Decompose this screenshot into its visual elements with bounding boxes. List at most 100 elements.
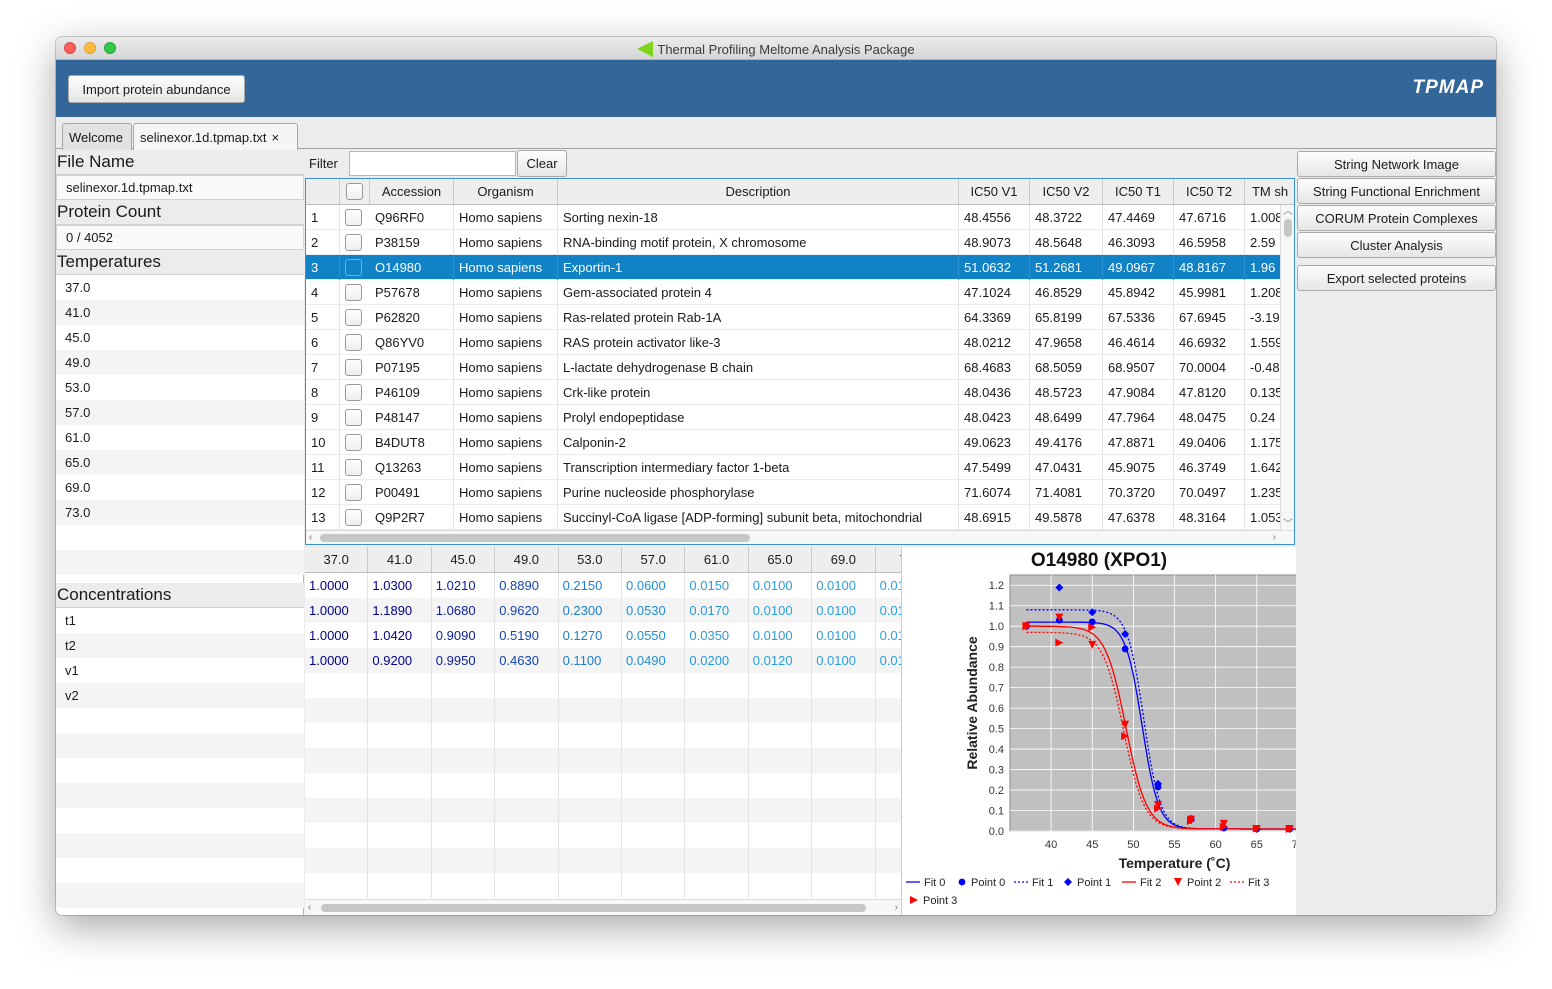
window-title-area: Thermal Profiling Meltome Analysis Packa… (56, 41, 1496, 57)
horizontal-scroll-thumb[interactable] (321, 904, 866, 912)
file-name-heading: File Name (56, 150, 304, 175)
legend-label: Fit 0 (924, 877, 945, 889)
table-row[interactable]: 8 P46109 Homo sapiens Crk-like protein 48.04… (306, 380, 1283, 405)
ic50-t1-header[interactable]: IC50 T1 (1103, 179, 1174, 205)
protein-table-horizontal-scrollbar[interactable]: ‹ › (306, 530, 1294, 544)
scroll-left-icon[interactable]: ‹ (309, 532, 312, 544)
select-all-header[interactable] (340, 179, 370, 205)
concentration-item[interactable]: v2 (56, 683, 304, 708)
y-tick-label: 0.0 (989, 826, 1004, 838)
cluster-analysis-button[interactable]: Cluster Analysis (1297, 232, 1496, 258)
string-functional-enrichment-button[interactable]: String Functional Enrichment (1297, 178, 1496, 204)
abundance-cell (305, 798, 369, 823)
tab-file[interactable]: selinexor.1d.tpmap.txt × (133, 123, 298, 150)
row-select-checkbox[interactable] (345, 509, 362, 526)
abundance-cell: 0.01 (876, 573, 901, 598)
vertical-scroll-thumb[interactable] (1284, 219, 1292, 237)
row-select-checkbox[interactable] (345, 484, 362, 501)
table-row[interactable]: 11 Q13263 Homo sapiens Transcription interm… (306, 455, 1283, 480)
table-row[interactable]: 10 B4DUT8 Homo sapiens Calponin-2 49.0623 49.… (306, 430, 1283, 455)
table-row[interactable]: 13 Q9P2R7 Homo sapiens Succinyl-CoA ligase … (306, 505, 1283, 530)
table-row[interactable]: 7 P07195 Homo sapiens L-lactate dehydrogena… (306, 355, 1281, 380)
temperature-column-header[interactable]: 69.0 (812, 547, 876, 573)
row-select-checkbox[interactable] (345, 259, 362, 276)
row-select-checkbox[interactable] (345, 384, 362, 401)
temperature-item[interactable]: 61.0 (56, 425, 304, 450)
temperature-column-header[interactable]: 53.0 (558, 547, 622, 573)
ic50-t2-header[interactable]: IC50 T2 (1174, 179, 1245, 205)
scroll-right-icon[interactable]: › (895, 902, 898, 914)
table-row[interactable]: 4 P57678 Homo sapiens Gem-associated protei… (306, 280, 1283, 305)
table-row[interactable]: 5 P62820 Homo sapiens Ras-related protein R… (306, 305, 1281, 330)
temperature-column-header[interactable]: 61.0 (685, 547, 749, 573)
temperature-item[interactable]: 73.0 (56, 500, 304, 525)
temperature-item[interactable]: 57.0 (56, 400, 304, 425)
abundance-cell (559, 698, 622, 723)
row-select-checkbox[interactable] (345, 459, 362, 476)
temperature-item[interactable]: 37.0 (56, 275, 304, 300)
protein-count-field[interactable]: 0 / 4052 (56, 225, 304, 250)
tm-shift-header[interactable]: TM sh (1245, 179, 1294, 205)
temperature-column-header[interactable]: 41.0 (368, 547, 432, 573)
x-tick-label: 50 (1127, 839, 1139, 851)
abundance-cell (368, 823, 432, 848)
concentration-item[interactable]: t1 (56, 608, 304, 633)
temperature-column-header[interactable]: 45.0 (431, 547, 496, 573)
row-select-checkbox[interactable] (345, 434, 362, 451)
accession-header[interactable]: Accession (370, 179, 454, 205)
temperature-item[interactable]: 65.0 (56, 450, 304, 475)
tab-welcome[interactable]: Welcome (62, 123, 132, 150)
temperature-item[interactable]: 41.0 (56, 300, 304, 325)
file-name-field[interactable]: selinexor.1d.tpmap.txt (56, 175, 304, 200)
temperature-column-header[interactable]: 65.0 (748, 547, 813, 573)
ic50-v1-header[interactable]: IC50 V1 (959, 179, 1030, 205)
temperature-column-header[interactable]: 57.0 (622, 547, 686, 573)
table-row[interactable]: 2 P38159 Homo sapiens RNA-binding motif pro… (306, 230, 1281, 255)
corum-protein-complexes-button[interactable]: CORUM Protein Complexes (1297, 205, 1496, 231)
row-select-checkbox[interactable] (345, 409, 362, 426)
temperature-item[interactable]: 53.0 (56, 375, 304, 400)
row-select-checkbox[interactable] (345, 309, 362, 326)
row-select-checkbox[interactable] (345, 234, 362, 251)
row-select-checkbox[interactable] (345, 334, 362, 351)
ic50-v2-header[interactable]: IC50 V2 (1030, 179, 1103, 205)
horizontal-scroll-thumb[interactable] (320, 534, 750, 542)
row-select-checkbox[interactable] (345, 284, 362, 301)
import-protein-abundance-button[interactable]: Import protein abundance (68, 75, 245, 103)
scroll-left-icon[interactable]: ‹ (308, 902, 311, 914)
organism-header[interactable]: Organism (454, 179, 558, 205)
string-network-image-button[interactable]: String Network Image (1297, 151, 1496, 177)
temperature-item[interactable]: 69.0 (56, 475, 304, 500)
accession-cell: Q86YV0 (370, 330, 454, 355)
table-row[interactable]: 12 P00491 Homo sapiens Purine nucleoside ph… (306, 480, 1283, 505)
temperature-item[interactable]: 49.0 (56, 350, 304, 375)
filter-input[interactable] (349, 151, 516, 176)
table-row[interactable]: 3 O14980 Homo sapiens Exportin-1 51.0632 51.2… (306, 255, 1281, 280)
temperature-column-header[interactable]: 73 (875, 547, 901, 573)
abundance-table-horizontal-scrollbar[interactable]: ‹ › (305, 899, 901, 915)
concentration-item[interactable]: t2 (56, 633, 304, 658)
close-tab-icon[interactable]: × (271, 130, 279, 145)
concentration-item[interactable]: v1 (56, 658, 304, 683)
clear-filter-button[interactable]: Clear (517, 150, 567, 177)
temperature-item[interactable]: 45.0 (56, 325, 304, 350)
plot-area (1009, 574, 1340, 832)
export-selected-proteins-button[interactable]: Export selected proteins (1297, 265, 1496, 291)
scroll-up-icon[interactable]: ︿ (1283, 206, 1293, 218)
row-select-checkbox[interactable] (345, 209, 362, 226)
row-number-header[interactable] (306, 179, 340, 205)
protein-table-vertical-scrollbar[interactable]: ︿ ﹀ (1280, 205, 1294, 532)
table-row[interactable]: 1 Q96RF0 Homo sapiens Sorting nexin-18 48.45… (306, 205, 1283, 230)
row-select-checkbox[interactable] (345, 359, 362, 376)
temperature-column-header[interactable]: 37.0 (305, 547, 369, 573)
table-row[interactable]: 9 P48147 Homo sapiens Prolyl endopeptidase 4… (306, 405, 1281, 430)
table-row[interactable]: 6 Q86YV0 Homo sapiens RAS protein activator… (306, 330, 1283, 355)
accession-cell: P57678 (370, 280, 454, 305)
scroll-right-icon[interactable]: › (1273, 532, 1276, 544)
description-header[interactable]: Description (558, 179, 959, 205)
temperature-column-header[interactable]: 49.0 (495, 547, 559, 573)
abundance-cell (368, 798, 432, 823)
action-button-panel: String Network Image String Functional En… (1297, 150, 1496, 915)
select-all-checkbox[interactable] (346, 183, 363, 200)
organism-cell: Homo sapiens (454, 405, 558, 430)
